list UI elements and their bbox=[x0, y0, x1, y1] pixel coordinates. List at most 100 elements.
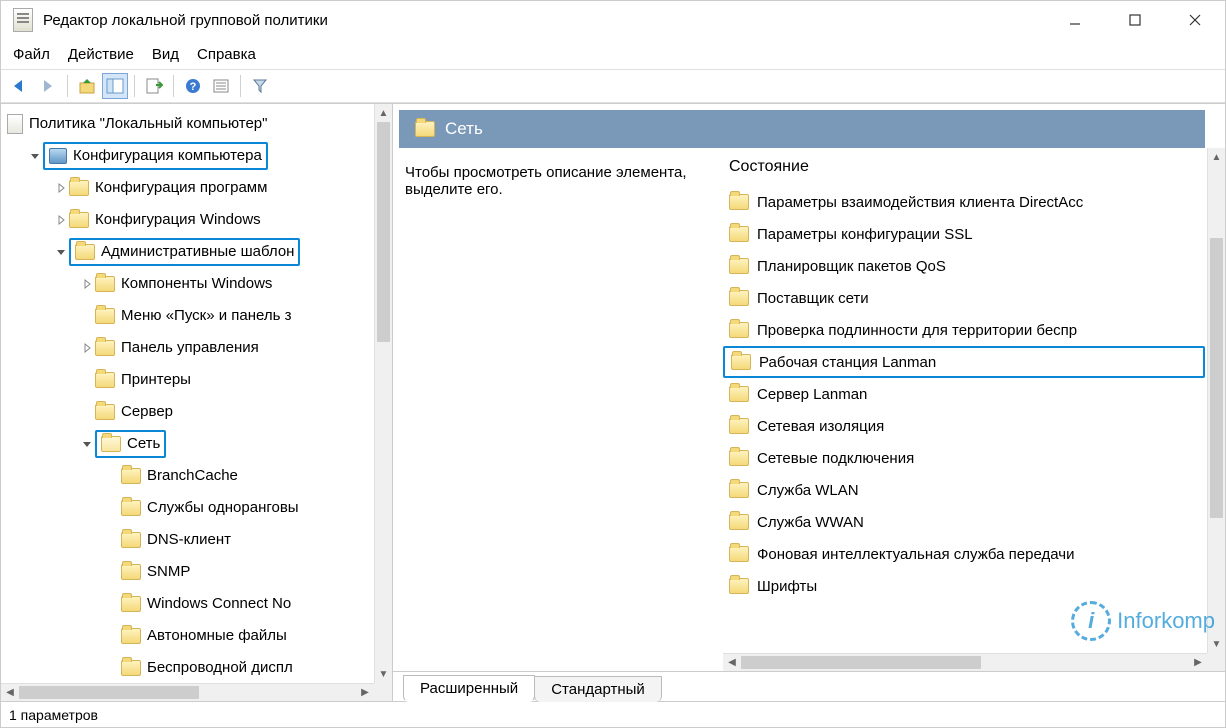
expander-icon[interactable] bbox=[79, 308, 95, 324]
tree-item-label: DNS-клиент bbox=[147, 526, 231, 555]
folder-icon bbox=[95, 340, 115, 356]
expander-icon[interactable] bbox=[79, 276, 95, 292]
tree-item[interactable]: SNMP bbox=[1, 556, 392, 588]
folder-icon bbox=[121, 628, 141, 644]
list-item[interactable]: Сетевая изоляция bbox=[723, 410, 1205, 442]
tree-item[interactable]: Панель управления bbox=[1, 332, 392, 364]
menu-action[interactable]: Действие bbox=[68, 46, 134, 63]
list-item[interactable]: Фоновая интеллектуальная служба передачи bbox=[723, 538, 1205, 570]
expander-icon[interactable] bbox=[53, 212, 69, 228]
expander-icon[interactable] bbox=[105, 564, 121, 580]
scroll-up-arrow[interactable]: ▲ bbox=[375, 104, 392, 122]
tree-item[interactable]: Административные шаблон bbox=[1, 236, 392, 268]
tree-item[interactable]: Беспроводной диспл bbox=[1, 652, 392, 684]
scroll-thumb[interactable] bbox=[19, 686, 199, 699]
properties-button[interactable] bbox=[208, 73, 234, 99]
scroll-thumb[interactable] bbox=[1210, 238, 1223, 518]
list-item[interactable]: Служба WLAN bbox=[723, 474, 1205, 506]
scroll-corner bbox=[374, 683, 392, 701]
menu-help[interactable]: Справка bbox=[197, 46, 256, 63]
folder-icon bbox=[729, 578, 749, 594]
filter-button[interactable] bbox=[247, 73, 273, 99]
list-item[interactable]: Рабочая станция Lanman bbox=[723, 346, 1205, 378]
tree-item-label: Службы одноранговы bbox=[147, 494, 299, 523]
tree-item[interactable]: BranchCache bbox=[1, 460, 392, 492]
list-item[interactable]: Поставщик сети bbox=[723, 282, 1205, 314]
list-vertical-scrollbar[interactable]: ▲ ▼ bbox=[1207, 148, 1225, 653]
back-button[interactable] bbox=[7, 73, 33, 99]
expander-icon[interactable] bbox=[27, 148, 43, 164]
menubar: Файл Действие Вид Справка bbox=[1, 39, 1225, 69]
expander-icon[interactable] bbox=[79, 436, 95, 452]
maximize-button[interactable] bbox=[1105, 1, 1165, 39]
tree-item[interactable]: Меню «Пуск» и панель з bbox=[1, 300, 392, 332]
tree-item[interactable]: Службы одноранговы bbox=[1, 492, 392, 524]
expander-icon[interactable] bbox=[105, 468, 121, 484]
tree-item[interactable]: Автономные файлы bbox=[1, 620, 392, 652]
scroll-down-arrow[interactable]: ▼ bbox=[375, 665, 392, 683]
scroll-left-arrow[interactable]: ◀ bbox=[723, 657, 741, 668]
scroll-left-arrow[interactable]: ◀ bbox=[1, 687, 19, 698]
folder-icon bbox=[729, 514, 749, 530]
list-item[interactable]: Параметры конфигурации SSL bbox=[723, 218, 1205, 250]
expander-icon[interactable] bbox=[105, 532, 121, 548]
folder-icon bbox=[121, 468, 141, 484]
list-item[interactable]: Служба WWAN bbox=[723, 506, 1205, 538]
policy-tree[interactable]: Политика "Локальный компьютер"Конфигурац… bbox=[1, 104, 392, 688]
export-button[interactable] bbox=[141, 73, 167, 99]
scroll-up-arrow[interactable]: ▲ bbox=[1208, 148, 1225, 166]
expander-icon[interactable] bbox=[79, 372, 95, 388]
tree-horizontal-scrollbar[interactable]: ◀ ▶ bbox=[1, 683, 374, 701]
tree-item[interactable]: Windows Connect No bbox=[1, 588, 392, 620]
forward-button[interactable] bbox=[35, 73, 61, 99]
tab-extended[interactable]: Расширенный bbox=[403, 675, 535, 702]
tree-root[interactable]: Политика "Локальный компьютер" bbox=[1, 108, 392, 140]
close-button[interactable] bbox=[1165, 1, 1225, 39]
tree-item[interactable]: Конфигурация программ bbox=[1, 172, 392, 204]
tree-item[interactable]: Принтеры bbox=[1, 364, 392, 396]
folder-icon bbox=[729, 418, 749, 434]
scroll-down-arrow[interactable]: ▼ bbox=[1208, 635, 1225, 653]
expander-icon[interactable] bbox=[53, 244, 69, 260]
scroll-right-arrow[interactable]: ▶ bbox=[356, 687, 374, 698]
expander-icon[interactable] bbox=[105, 628, 121, 644]
tree-item[interactable]: DNS-клиент bbox=[1, 524, 392, 556]
list-item[interactable]: Параметры взаимодействия клиента DirectA… bbox=[723, 186, 1205, 218]
tree-item[interactable]: Конфигурация компьютера bbox=[1, 140, 392, 172]
list-item[interactable]: Шрифты bbox=[723, 570, 1205, 602]
tree-item[interactable]: Компоненты Windows bbox=[1, 268, 392, 300]
tab-standard[interactable]: Стандартный bbox=[534, 676, 662, 702]
minimize-button[interactable] bbox=[1045, 1, 1105, 39]
menu-file[interactable]: Файл bbox=[13, 46, 50, 63]
items-list[interactable]: Параметры взаимодействия клиента DirectA… bbox=[723, 186, 1205, 602]
tree-vertical-scrollbar[interactable]: ▲ ▼ bbox=[374, 104, 392, 683]
list-item[interactable]: Планировщик пакетов QoS bbox=[723, 250, 1205, 282]
list-item[interactable]: Проверка подлинности для территории бесп… bbox=[723, 314, 1205, 346]
scroll-right-arrow[interactable]: ▶ bbox=[1189, 657, 1207, 668]
scroll-thumb[interactable] bbox=[377, 122, 390, 342]
toolbar-separator bbox=[134, 75, 135, 97]
tree-item[interactable]: Сеть bbox=[1, 428, 392, 460]
folder-icon bbox=[729, 322, 749, 338]
expander-icon[interactable] bbox=[105, 660, 121, 676]
list-horizontal-scrollbar[interactable]: ◀ ▶ bbox=[723, 653, 1207, 671]
up-button[interactable] bbox=[74, 73, 100, 99]
expander-icon[interactable] bbox=[79, 404, 95, 420]
list-item[interactable]: Сетевые подключения bbox=[723, 442, 1205, 474]
list-item[interactable]: Сервер Lanman bbox=[723, 378, 1205, 410]
expander-icon[interactable] bbox=[105, 596, 121, 612]
tree-item[interactable]: Конфигурация Windows bbox=[1, 204, 392, 236]
expander-icon[interactable] bbox=[79, 340, 95, 356]
help-button[interactable]: ? bbox=[180, 73, 206, 99]
list-item-label: Сетевые подключения bbox=[757, 450, 914, 467]
scroll-thumb[interactable] bbox=[741, 656, 981, 669]
menu-view[interactable]: Вид bbox=[152, 46, 179, 63]
expander-icon[interactable] bbox=[53, 180, 69, 196]
tree-item[interactable]: Сервер bbox=[1, 396, 392, 428]
expander-icon[interactable] bbox=[105, 500, 121, 516]
app-icon bbox=[13, 8, 33, 32]
column-header-state[interactable]: Состояние bbox=[723, 158, 1205, 176]
list-item-label: Служба WLAN bbox=[757, 482, 859, 499]
show-hide-tree-button[interactable] bbox=[102, 73, 128, 99]
folder-icon bbox=[415, 121, 435, 137]
